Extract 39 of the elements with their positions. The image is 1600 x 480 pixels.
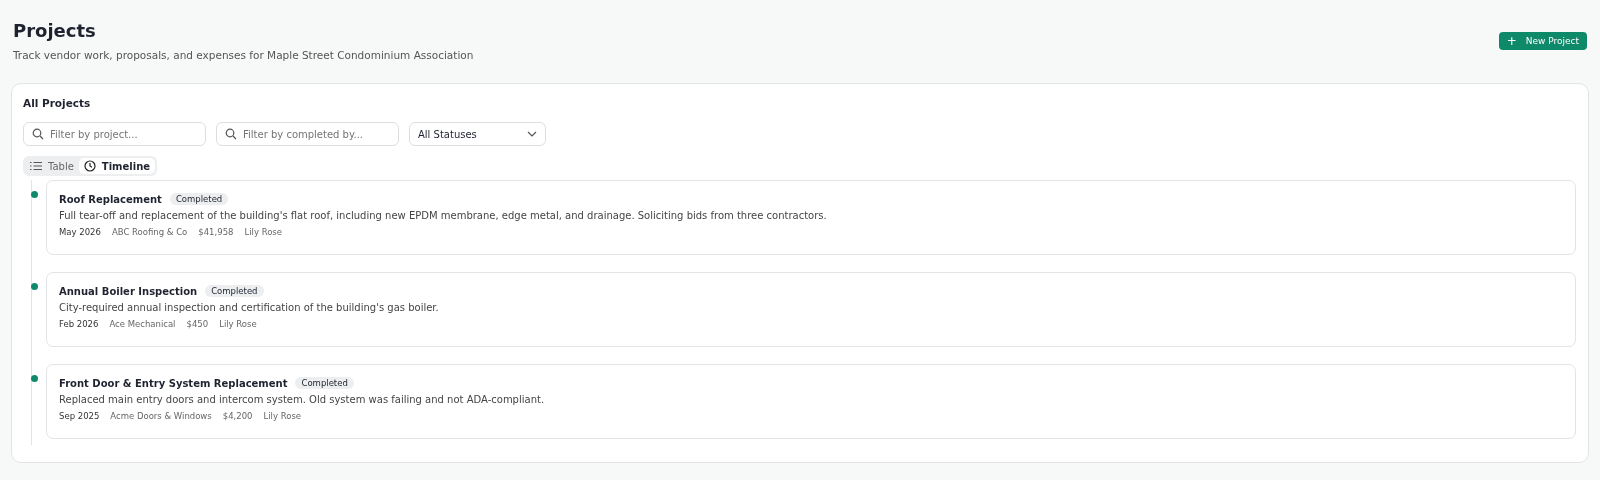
project-card[interactable]: Front Door & Entry System Replacement Completed Replaced main entry doors and intercom system. Old system was failing and not ADA-compliant. Sep 2025 Acme Doors & Windows $4,200 Lily Rose <box>46 364 1576 439</box>
status-badge: Completed <box>169 193 229 205</box>
project-amount: $4,200 <box>222 411 253 421</box>
panel-title: All Projects <box>23 97 92 109</box>
project-vendor: ABC Roofing & Co <box>111 227 188 237</box>
project-person: Lily Rose <box>219 319 257 329</box>
project-description: Replaced main entry doors and intercom system. Old system was failing and not ADA-compliant. <box>59 394 546 405</box>
timeline-dot <box>31 283 38 290</box>
project-person: Lily Rose <box>263 411 302 421</box>
new-project-button[interactable]: + New Project <box>1498 32 1587 50</box>
project-title: Roof Replacement <box>59 193 162 205</box>
project-description: Full tear-off and replacement of the building's flat roof, including new EPDM membrane, edge metal, and drainage. Soliciting bids from three contractors. <box>59 210 828 221</box>
filter-field[interactable]: Filter by completed by... <box>216 122 399 146</box>
project-amount: $450 <box>186 319 209 329</box>
project-vendor: Acme Doors & Windows <box>110 411 212 421</box>
page-title: Projects <box>13 20 97 41</box>
list-icon <box>30 161 42 171</box>
project-person: Lily Rose <box>244 227 283 237</box>
project-date: Feb 2026 <box>59 319 99 329</box>
project-vendor: Ace Mechanical <box>109 319 176 329</box>
page-subtitle: Track vendor work, proposals, and expenses for Maple Street Condominium Association <box>13 49 474 61</box>
view-tab[interactable]: Table <box>25 158 79 174</box>
project-description: City-required annual inspection and certification of the building's gas boiler. <box>59 302 440 313</box>
project-card[interactable]: Annual Boiler Inspection Completed City-required annual inspection and certification of the building's gas boiler. Feb 2026 Ace Mechanical $450 Lily Rose <box>46 272 1576 347</box>
view-tab[interactable]: Timeline <box>78 158 156 174</box>
status-badge: Completed <box>205 285 264 297</box>
project-amount: $41,958 <box>198 227 234 237</box>
status-select[interactable]: All Statuses <box>409 122 546 146</box>
project-title: Annual Boiler Inspection <box>59 285 198 297</box>
project-date: May 2026 <box>59 227 101 237</box>
project-date: Sep 2025 <box>59 411 100 421</box>
chevron-down-icon <box>527 131 537 137</box>
project-card[interactable] <box>46 180 1576 255</box>
status-badge: Completed <box>295 377 354 389</box>
timeline-dot <box>31 191 38 198</box>
clock-icon <box>83 160 96 172</box>
project-title: Front Door & Entry System Replacement <box>59 377 288 389</box>
timeline-dot <box>31 375 38 382</box>
filter-field[interactable]: Filter by project... <box>23 122 206 146</box>
